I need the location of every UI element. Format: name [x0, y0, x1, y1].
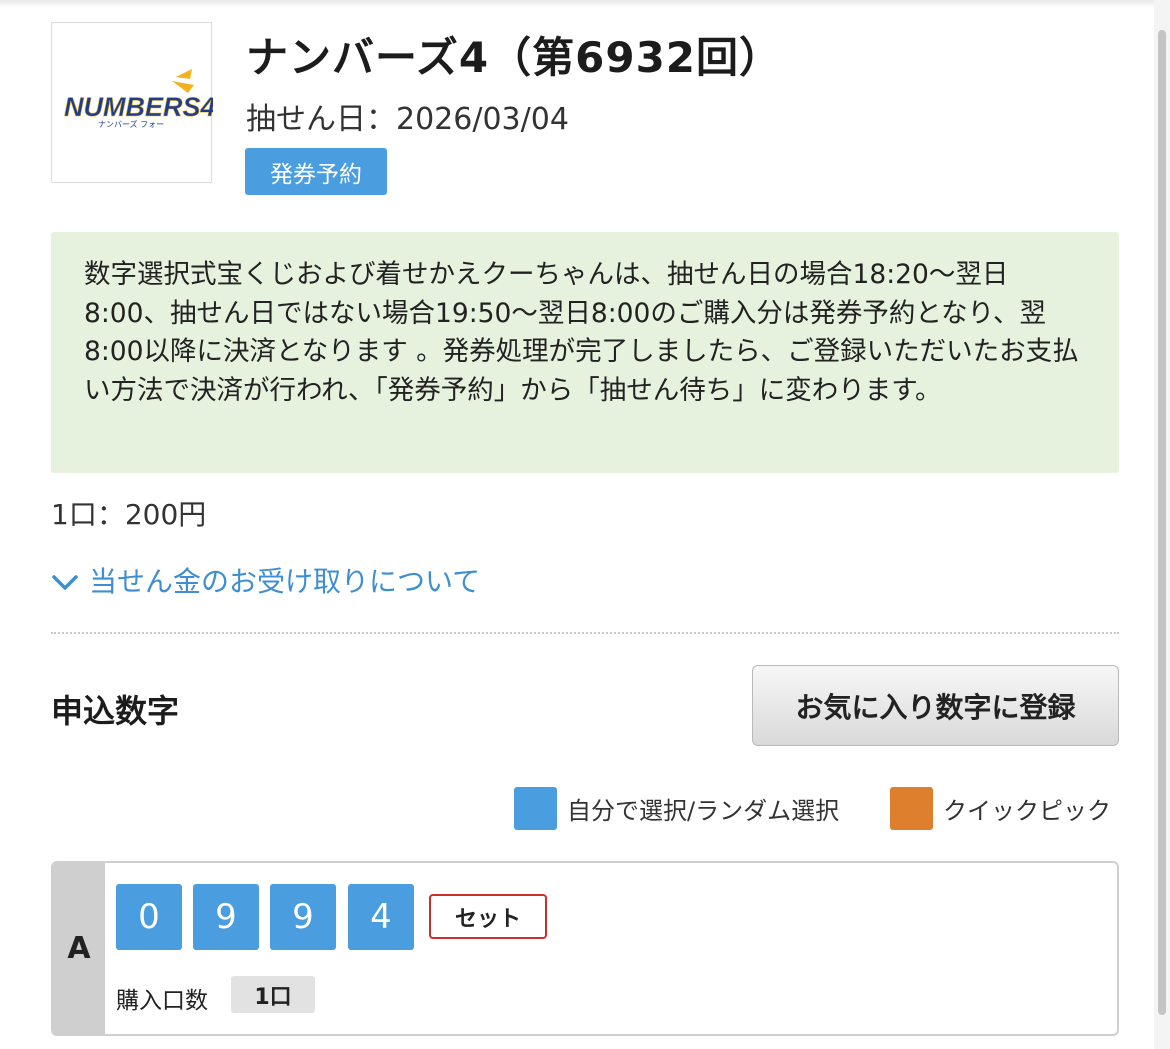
numbers4-logo-icon: NUMBERS4 ナンバーズ フォー: [64, 69, 213, 129]
numbers4-logo: NUMBERS4 ナンバーズ フォー: [51, 22, 213, 183]
legend-quick-label: クイックピック: [943, 797, 1111, 825]
entry-label: A: [53, 863, 105, 1034]
register-favorite-button[interactable]: お気に入り数字に登録: [752, 665, 1119, 746]
selection-heading: 申込数字: [51, 692, 180, 730]
page: NUMBERS4 ナンバーズ フォー ナンバーズ4（第6932回） 抽せん日：2…: [0, 0, 1170, 1049]
digit-box[interactable]: 0: [116, 884, 182, 950]
page-title: ナンバーズ4（第6932回）: [246, 33, 783, 82]
prize-collection-link-label: 当せん金のお受け取りについて: [89, 565, 481, 598]
legend-manual-swatch: [514, 787, 557, 830]
set-button[interactable]: セット: [429, 894, 547, 939]
status-badge: 発券予約: [245, 148, 387, 195]
quantity-label: 購入口数: [116, 988, 208, 1014]
entry-row-a: A 0 9 9 4 セット 購入口数 1口: [51, 861, 1119, 1036]
legend-manual-selection: 自分で選択/ランダム選択: [514, 787, 839, 830]
draw-date: 抽せん日：2026/03/04: [246, 102, 569, 137]
legend-manual-label: 自分で選択/ランダム選択: [567, 797, 840, 825]
digit-box[interactable]: 9: [193, 884, 259, 950]
chevron-down-icon: [52, 575, 78, 590]
prize-collection-link[interactable]: 当せん金のお受け取りについて: [51, 560, 480, 600]
top-shadow: [0, 0, 1170, 8]
unit-price: 1口：200円: [51, 498, 207, 531]
digit-box[interactable]: 9: [270, 884, 336, 950]
legend-quick-swatch: [890, 787, 933, 830]
scrollbar-track[interactable]: [1154, 0, 1170, 1049]
logo-wordmark: NUMBERS4: [64, 92, 213, 122]
legend-quick-pick: クイックピック: [890, 787, 1111, 830]
quantity-value[interactable]: 1口: [231, 976, 315, 1013]
scrollbar-thumb[interactable]: [1158, 30, 1166, 1015]
ticket-reservation-notice: 数字選択式宝くじおよび着せかえクーちゃんは、抽せん日の場合18:20〜翌日8:0…: [51, 232, 1119, 473]
section-divider: [51, 632, 1119, 634]
digit-box[interactable]: 4: [348, 884, 414, 950]
logo-subtext: ナンバーズ フォー: [98, 119, 164, 129]
